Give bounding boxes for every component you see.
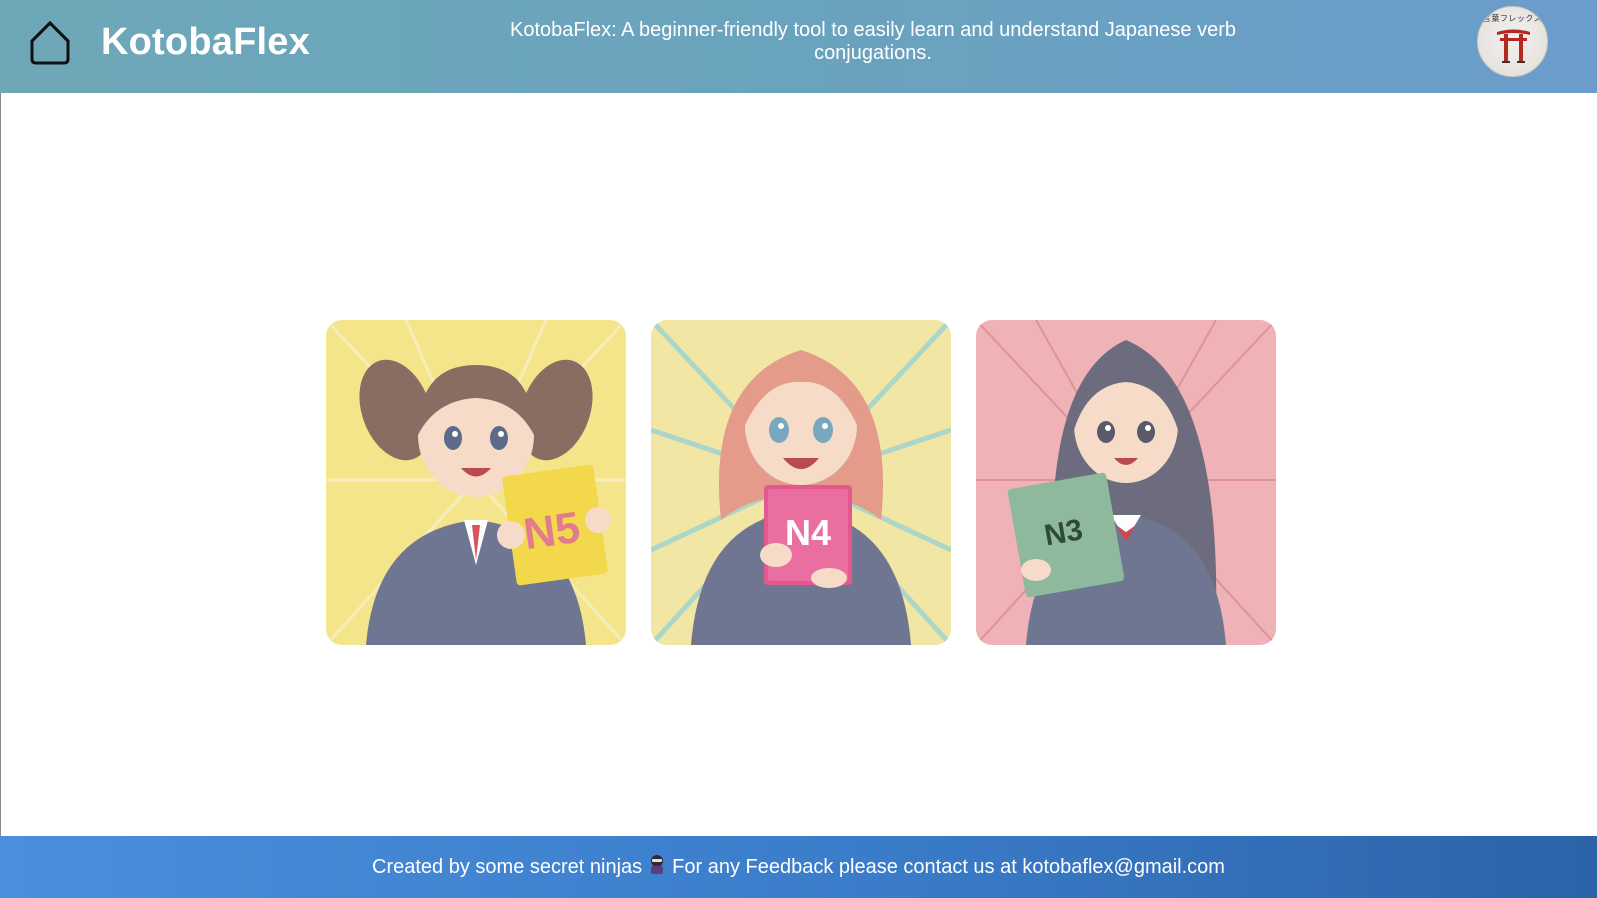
app-header: KotobaFlex KotobaFlex: A beginner-friend… [0,0,1597,93]
level-card-n3[interactable]: N3 [976,320,1276,645]
n5-book-label: N5 [521,503,584,559]
site-logo[interactable]: 言葉フレックス [1477,6,1548,77]
app-footer: Created by some secret ninjas For any Fe… [0,836,1597,898]
n5-illustration: N5 [326,320,626,645]
level-card-n4[interactable]: N4 [651,320,951,645]
ninja-icon [648,854,666,880]
brand-title[interactable]: KotobaFlex [101,21,310,64]
home-button[interactable] [26,19,74,67]
torii-gate-icon [1497,29,1530,63]
footer-contact[interactable]: For any Feedback please contact us at ko… [672,856,1225,879]
n4-illustration: N4 [651,320,951,645]
n3-illustration: N3 [976,320,1276,645]
level-card-n5[interactable]: N5 [326,320,626,645]
n3-book-label: N3 [1042,513,1086,552]
footer-credit: Created by some secret ninjas [372,855,643,878]
level-cards: N5 N4 N3 [326,320,1276,645]
home-icon [30,20,70,65]
n4-book-label: N4 [785,512,831,553]
header-tagline: KotobaFlex: A beginner-friendly tool to … [509,19,1237,64]
